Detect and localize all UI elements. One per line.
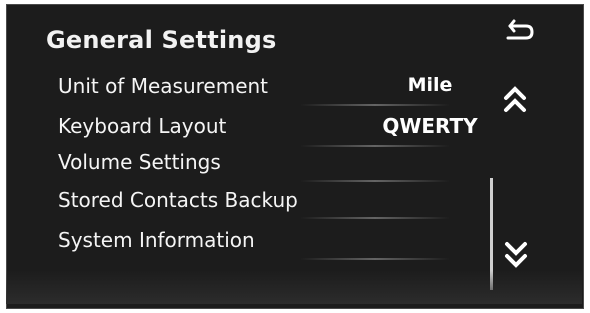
setting-value: QWERTY [382,114,478,138]
back-arrow-icon [506,19,534,40]
screen-title: General Settings [46,26,277,54]
setting-label: Volume Settings [58,150,221,174]
setting-value: Mile [407,74,453,96]
setting-label: System Information [58,228,255,252]
scroll-down-button[interactable] [503,238,529,270]
double-chevron-down-icon [505,242,527,268]
setting-stored-contacts-backup[interactable]: Stored Contacts Backup [58,184,473,218]
setting-unit-of-measurement[interactable]: Unit of Measurement Mile [58,70,473,104]
setting-keyboard-layout[interactable]: Keyboard Layout QWERTY [58,110,478,144]
divider [300,104,450,106]
divider [300,258,450,260]
setting-system-information[interactable]: System Information [58,224,473,258]
setting-volume-settings[interactable]: Volume Settings [58,146,473,180]
setting-label: Unit of Measurement [58,74,269,98]
bottom-panel [6,270,582,304]
back-button[interactable] [498,18,538,48]
divider [300,217,450,219]
scroll-up-button[interactable] [502,84,528,114]
divider [300,180,450,182]
setting-label: Stored Contacts Backup [58,188,298,212]
double-chevron-up-icon [504,86,526,112]
setting-label: Keyboard Layout [58,114,227,138]
